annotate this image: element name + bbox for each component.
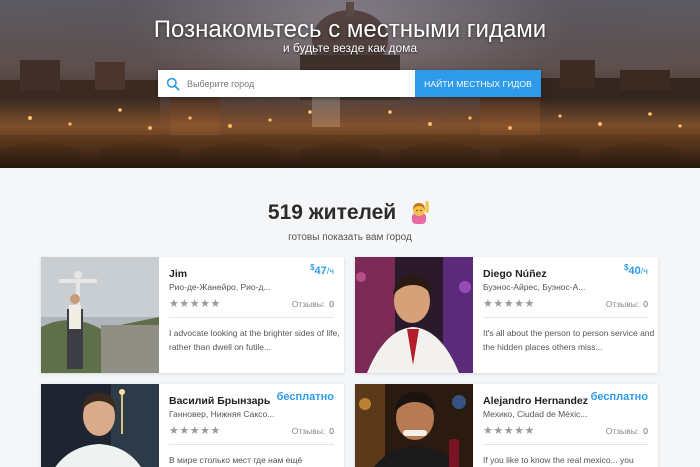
guide-location: Буэнос-Айрес, Буэнос-А...: [483, 282, 586, 292]
reviews-count: Отзывы: 0: [605, 299, 648, 309]
reviews-count: Отзывы: 0: [291, 426, 334, 436]
guide-location: Ганновер, Нижняя Саксо...: [169, 409, 275, 419]
divider: [483, 444, 648, 445]
hero-banner: Познакомьтесь с местными гидами и будьте…: [0, 0, 700, 168]
guide-name[interactable]: Diego Núñez: [483, 268, 547, 280]
guide-info: Diego Núñez $40/ч Буэнос-Айрес, Буэнос-А…: [483, 257, 654, 373]
guide-info: Alejandro Hernandez бесплатно Мехико, Ci…: [483, 384, 648, 467]
guide-location: Рио-де-Жанейро, Рио-д...: [169, 282, 271, 292]
rating-stars: ★★★★★: [483, 425, 535, 437]
guide-card[interactable]: Diego Núñez $40/ч Буэнос-Айрес, Буэнос-А…: [355, 257, 658, 373]
rating-stars: ★★★★★: [169, 425, 221, 437]
guide-price: $40/ч: [624, 263, 648, 277]
reviews-count: Отзывы: 0: [605, 426, 648, 436]
guide-info: Jim $47/ч Рио-де-Жанейро, Рио-д... ★★★★★…: [169, 257, 340, 373]
hero-title: Познакомьтесь с местными гидами: [153, 16, 547, 43]
guide-photo: [355, 384, 473, 467]
guide-location: Мехико, Ciudad de Méxic...: [483, 409, 588, 419]
person-raising-hand-emoji: [412, 201, 429, 224]
residents-count-text: 519 жителей: [267, 201, 397, 224]
residents-count-subtitle: готовы показать вам город: [288, 232, 412, 243]
guide-description: If you like to know the real mexico... y…: [483, 455, 634, 465]
guide-description: I advocate looking at the brighter sides…: [169, 328, 340, 352]
guide-photo: [41, 257, 159, 373]
guide-price: $47/ч: [310, 263, 334, 277]
guide-price: бесплатно: [590, 391, 648, 403]
divider: [169, 317, 334, 318]
hero-subtitle: и будьте везде как дома: [282, 41, 418, 55]
divider: [169, 444, 334, 445]
search-bar: НАЙТИ МЕСТНЫХ ГИДОВ: [158, 70, 541, 97]
guide-description: It's all about the person to person serv…: [483, 328, 655, 352]
guide-card[interactable]: Василий Брынзарь бесплатно Ганновер, Ниж…: [41, 384, 344, 467]
guide-photo: [41, 384, 159, 467]
guide-name[interactable]: Василий Брынзарь: [169, 395, 270, 407]
guide-name[interactable]: Alejandro Hernandez: [483, 395, 588, 407]
divider: [483, 317, 648, 318]
rating-stars: ★★★★★: [169, 298, 221, 310]
guide-card[interactable]: Alejandro Hernandez бесплатно Мехико, Ci…: [355, 384, 658, 467]
residents-count-title: 519 жителей: [0, 198, 700, 225]
reviews-count: Отзывы: 0: [291, 299, 334, 309]
guide-card[interactable]: Jim $47/ч Рио-де-Жанейро, Рио-д... ★★★★★…: [41, 257, 344, 373]
search-icon: [166, 77, 180, 91]
search-field-wrapper[interactable]: [158, 70, 415, 97]
guide-info: Василий Брынзарь бесплатно Ганновер, Ниж…: [169, 384, 334, 467]
guide-name[interactable]: Jim: [169, 268, 187, 280]
city-search-input[interactable]: [187, 78, 407, 89]
guide-photo: [355, 257, 473, 373]
find-guides-button[interactable]: НАЙТИ МЕСТНЫХ ГИДОВ: [415, 70, 541, 97]
guide-description: В мире столько мест где нам ещё: [169, 455, 303, 465]
rating-stars: ★★★★★: [483, 298, 535, 310]
guide-price: бесплатно: [276, 391, 334, 403]
